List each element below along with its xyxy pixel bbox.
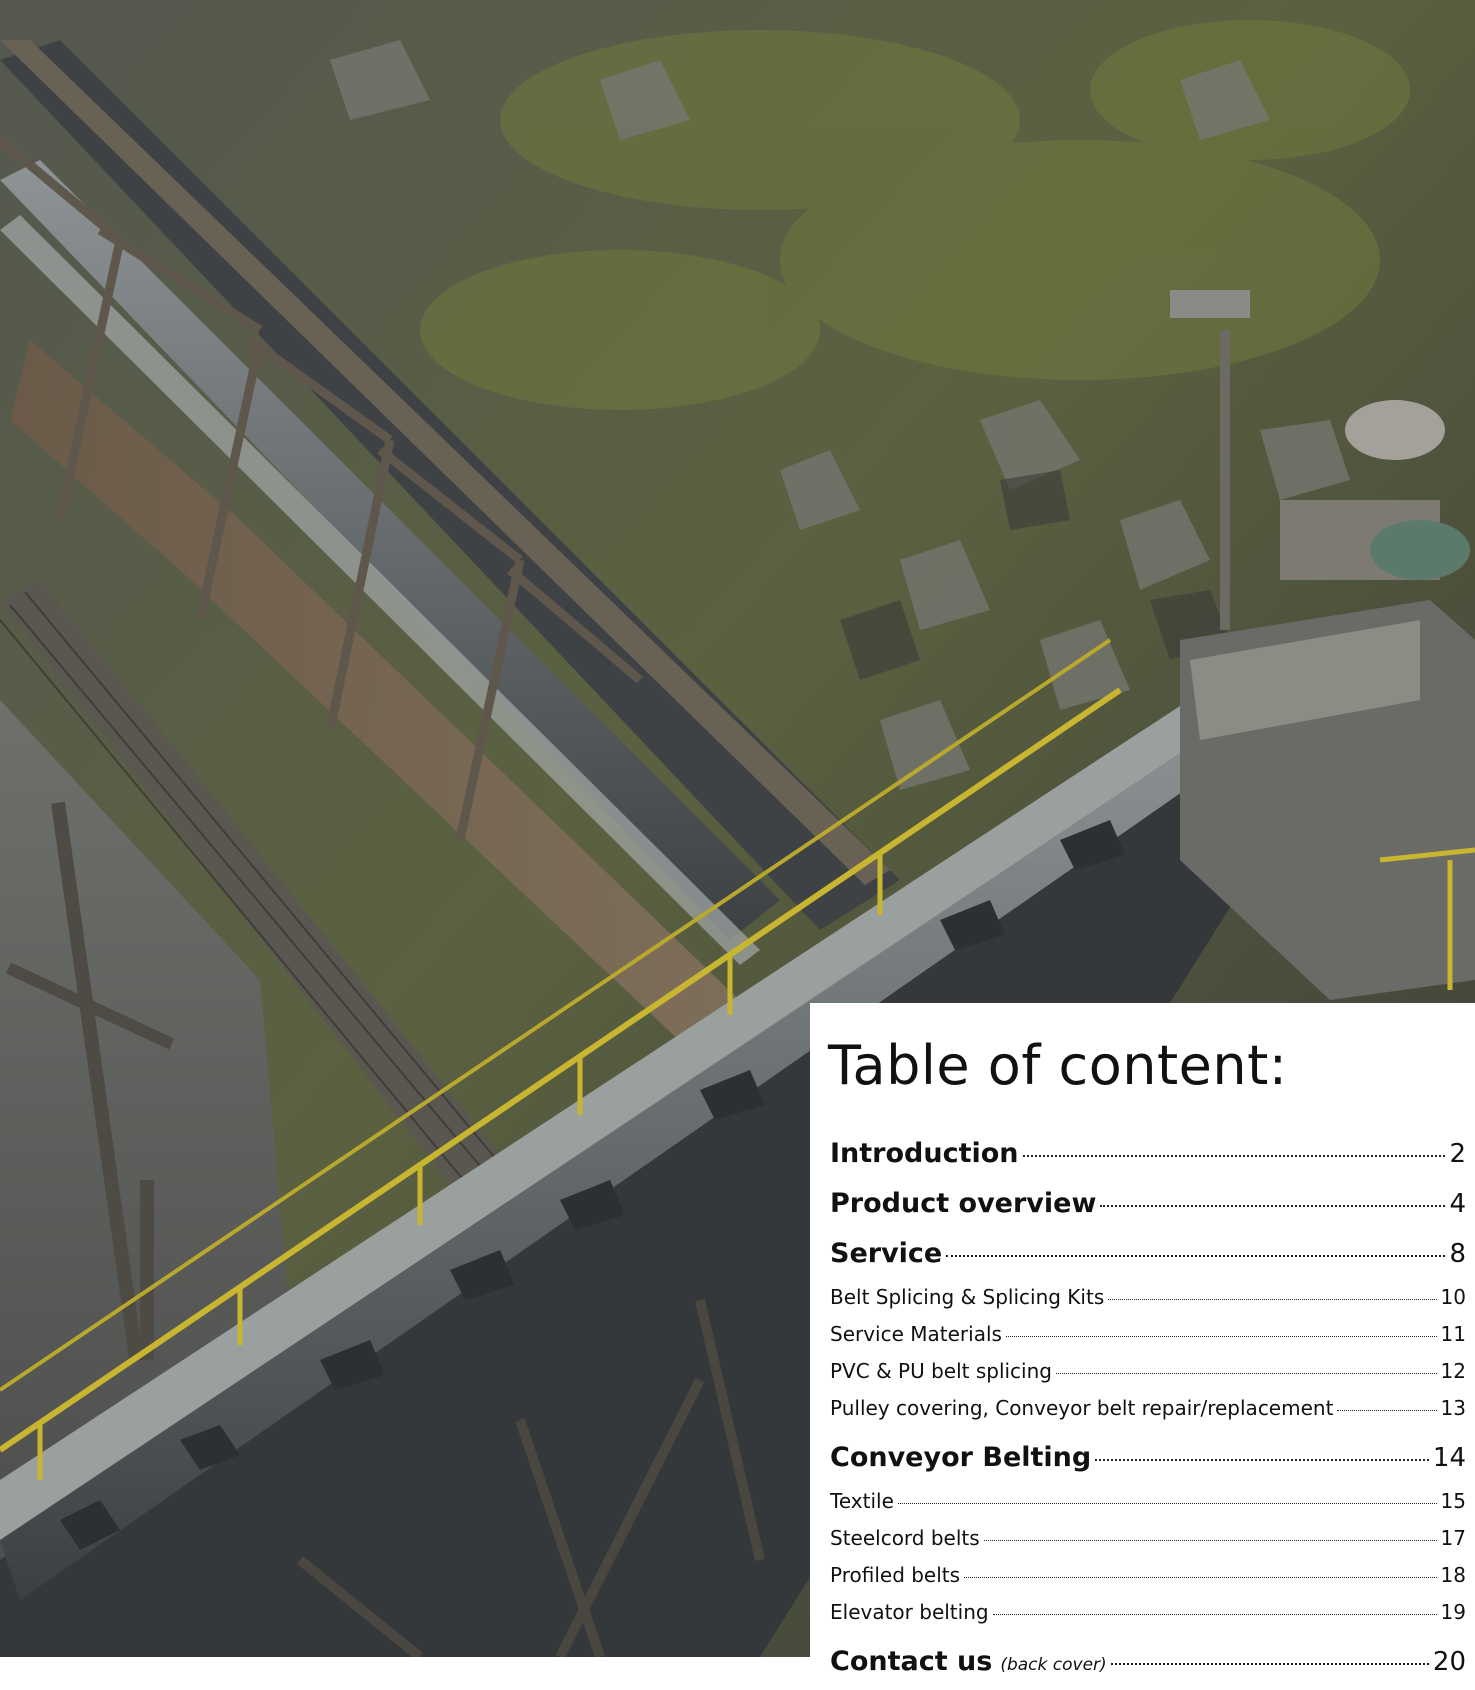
- toc-entry-page: 8: [1449, 1239, 1466, 1269]
- dot-leader: [946, 1255, 1446, 1257]
- dot-leader: [1108, 1299, 1437, 1300]
- toc-entry-page: 15: [1440, 1489, 1466, 1513]
- toc-entry-label: Introduction: [830, 1138, 1019, 1169]
- toc-entry-page: 10: [1440, 1285, 1466, 1309]
- toc-entry-label: Belt Splicing & Splicing Kits: [830, 1285, 1105, 1309]
- toc-entry-label: Product overview: [830, 1188, 1097, 1219]
- toc-panel: Table of content: Introduction 2 Product…: [810, 1003, 1475, 1677]
- toc-entry-label: Service Materials: [830, 1322, 1002, 1346]
- dot-leader: [1095, 1459, 1429, 1461]
- toc-entry-label: Textile: [830, 1489, 894, 1513]
- dot-leader: [1100, 1205, 1446, 1207]
- toc-entry-label: Service: [830, 1238, 943, 1269]
- dot-leader: [964, 1577, 1437, 1578]
- toc-list: Introduction 2 Product overview 4 Servic…: [830, 1129, 1466, 1687]
- toc-entry-pvc-pu-splicing[interactable]: PVC & PU belt splicing 12: [830, 1353, 1466, 1390]
- toc-entry-page: 19: [1440, 1600, 1466, 1624]
- toc-entry-product-overview[interactable]: Product overview 4: [830, 1179, 1466, 1229]
- toc-entry-page: 13: [1440, 1396, 1466, 1420]
- toc-entry-label: Steelcord belts: [830, 1526, 980, 1550]
- toc-entry-label: Contact us: [830, 1646, 993, 1677]
- toc-entry-pulley-covering[interactable]: Pulley covering, Conveyor belt repair/re…: [830, 1390, 1466, 1427]
- toc-entry-label: Elevator belting: [830, 1600, 989, 1624]
- toc-entry-steelcord-belts[interactable]: Steelcord belts 17: [830, 1520, 1466, 1557]
- toc-title: Table of content:: [828, 1034, 1288, 1097]
- toc-entry-textile[interactable]: Textile 15: [830, 1483, 1466, 1520]
- toc-entry-page: 2: [1449, 1139, 1466, 1169]
- dot-leader: [983, 1540, 1437, 1541]
- toc-entry-page: 18: [1440, 1563, 1466, 1587]
- toc-entry-contact-us[interactable]: Contact us (back cover) 20: [830, 1637, 1466, 1687]
- toc-entry-elevator-belting[interactable]: Elevator belting 19: [830, 1594, 1466, 1631]
- toc-entry-page: 12: [1440, 1359, 1466, 1383]
- toc-entry-label: Profiled belts: [830, 1563, 961, 1587]
- toc-entry-page: 17: [1440, 1526, 1466, 1550]
- toc-entry-profiled-belts[interactable]: Profiled belts 18: [830, 1557, 1466, 1594]
- toc-entry-label: Conveyor Belting: [830, 1442, 1092, 1473]
- dot-leader: [1022, 1155, 1446, 1157]
- dot-leader: [992, 1614, 1437, 1615]
- toc-entry-page: 11: [1440, 1322, 1466, 1346]
- dot-leader: [1055, 1373, 1437, 1374]
- dot-leader: [1110, 1663, 1429, 1665]
- dot-leader: [897, 1503, 1437, 1504]
- toc-entry-label: Pulley covering, Conveyor belt repair/re…: [830, 1396, 1334, 1420]
- toc-entry-conveyor-belting[interactable]: Conveyor Belting 14: [830, 1433, 1466, 1483]
- toc-entry-page: 20: [1432, 1647, 1466, 1677]
- toc-entry-belt-splicing[interactable]: Belt Splicing & Splicing Kits 10: [830, 1279, 1466, 1316]
- toc-entry-note: (back cover): [1000, 1655, 1107, 1675]
- toc-entry-service-materials[interactable]: Service Materials 11: [830, 1316, 1466, 1353]
- toc-entry-label: PVC & PU belt splicing: [830, 1359, 1052, 1383]
- toc-entry-service[interactable]: Service 8: [830, 1229, 1466, 1279]
- toc-entry-page: 14: [1432, 1443, 1466, 1473]
- toc-entry-page: 4: [1449, 1189, 1466, 1219]
- dot-leader: [1337, 1410, 1437, 1411]
- dot-leader: [1005, 1336, 1437, 1337]
- toc-entry-introduction[interactable]: Introduction 2: [830, 1129, 1466, 1179]
